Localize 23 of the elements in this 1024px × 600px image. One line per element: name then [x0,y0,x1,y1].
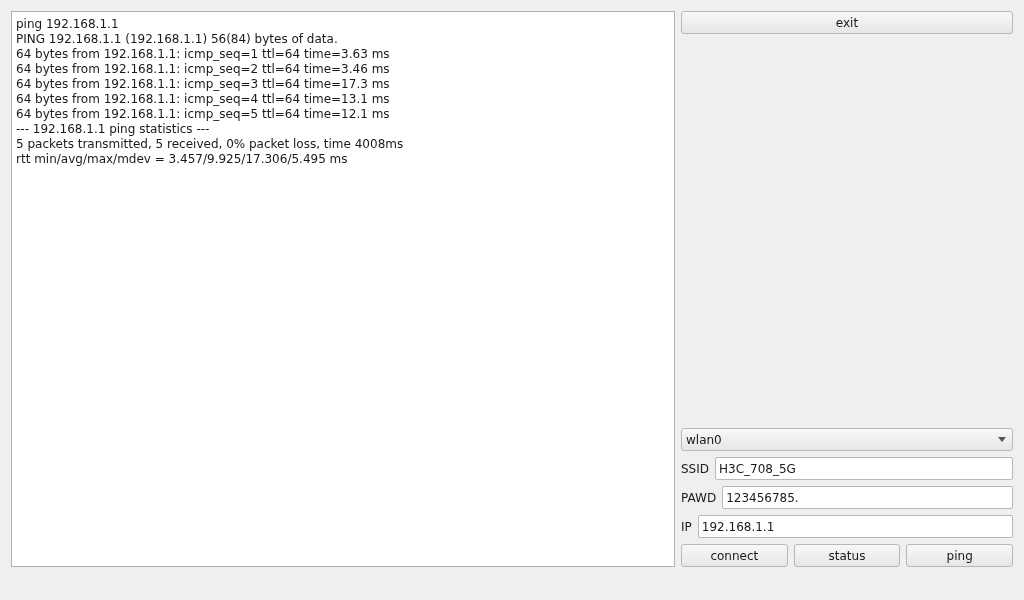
field-label: SSID [681,460,709,478]
text-field[interactable]: H3C_708_5G [715,457,1013,480]
interface-dropdown[interactable]: wlan0 [681,428,1013,451]
log-line: 64 bytes from 192.168.1.1: icmp_seq=1 ttl=64 time=3.63 ms [16,47,391,62]
log-line: rtt min/avg/max/mdev = 3.457/9.925/17.306/5.495 ms [16,152,349,167]
action-button[interactable]: connect [681,544,788,567]
text-field[interactable]: 192.168.1.1 [697,515,1013,538]
text-field[interactable]: 123456785. [722,486,1013,509]
field-label: IP [681,518,692,536]
output-text-area[interactable] [11,11,675,567]
log-line: 64 bytes from 192.168.1.1: icmp_seq=2 ttl=64 time=3.46 ms [16,62,391,77]
action-button[interactable]: ping [906,544,1013,567]
log-line: 64 bytes from 192.168.1.1: icmp_seq=5 ttl=64 time=12.1 ms [16,107,391,122]
exit-button[interactable]: exit [681,11,1013,34]
log-line: 64 bytes from 192.168.1.1: icmp_seq=3 ttl=64 time=17.3 ms [16,77,391,92]
log-line: ping 192.168.1.1 [16,17,120,32]
log-line: --- 192.168.1.1 ping statistics --- [16,122,211,137]
dropdown-arrow-icon [998,437,1006,442]
log-line: PING 192.168.1.1 (192.168.1.1) 56(84) bytes of data. [16,32,339,47]
field-label: PAWD [681,489,717,507]
action-button[interactable]: status [793,544,901,567]
log-line: 5 packets transmitted, 5 received, 0% packet loss, time 4008ms [16,137,405,152]
log-line: 64 bytes from 192.168.1.1: icmp_seq=4 ttl=64 time=13.1 ms [16,92,391,107]
